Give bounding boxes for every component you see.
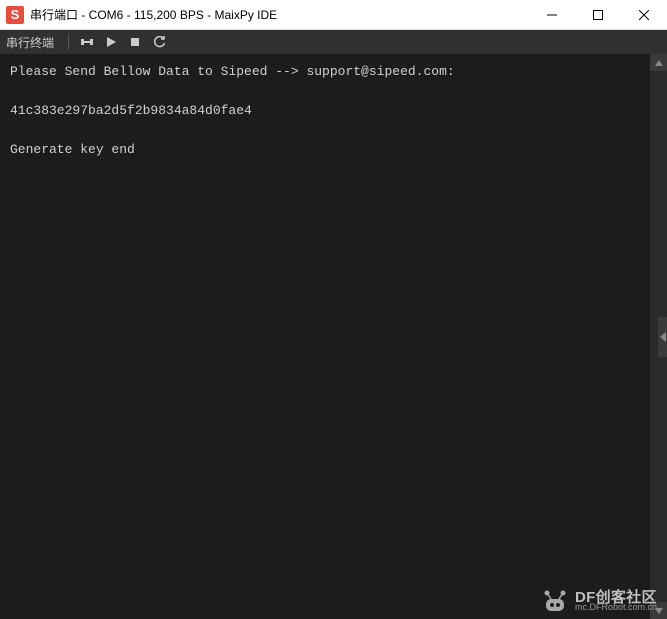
terminal-line: Generate key end: [10, 142, 135, 157]
watermark-logo-icon: [541, 589, 569, 613]
toolbar-label: 串行终端: [6, 34, 54, 51]
scroll-up-icon[interactable]: [650, 54, 667, 71]
run-icon[interactable]: [101, 32, 121, 52]
terminal-container: Please Send Bellow Data to Sipeed --> su…: [0, 54, 667, 619]
watermark: DF创客社区 mc.DFRobot.com.cn: [541, 589, 657, 613]
stop-icon[interactable]: [125, 32, 145, 52]
terminal-line: 41c383e297ba2d5f2b9834a84d0fae4: [10, 103, 252, 118]
window-title: 串行端口 - COM6 - 115,200 BPS - MaixPy IDE: [30, 6, 529, 23]
separator: [68, 34, 69, 50]
app-icon: S: [6, 6, 24, 24]
collapse-handle-icon[interactable]: [658, 317, 667, 357]
refresh-icon[interactable]: [149, 32, 169, 52]
maximize-button[interactable]: [575, 0, 621, 30]
toolbar: 串行终端: [0, 30, 667, 54]
terminal-line: Please Send Bellow Data to Sipeed --> su…: [10, 64, 455, 79]
window-titlebar: S 串行端口 - COM6 - 115,200 BPS - MaixPy IDE: [0, 0, 667, 30]
watermark-sub: mc.DFRobot.com.cn: [575, 603, 657, 612]
watermark-text: DF创客社区 mc.DFRobot.com.cn: [575, 590, 657, 612]
close-button[interactable]: [621, 0, 667, 30]
terminal-output[interactable]: Please Send Bellow Data to Sipeed --> su…: [0, 54, 650, 619]
connect-icon[interactable]: [77, 32, 97, 52]
minimize-button[interactable]: [529, 0, 575, 30]
window-controls: [529, 0, 667, 29]
